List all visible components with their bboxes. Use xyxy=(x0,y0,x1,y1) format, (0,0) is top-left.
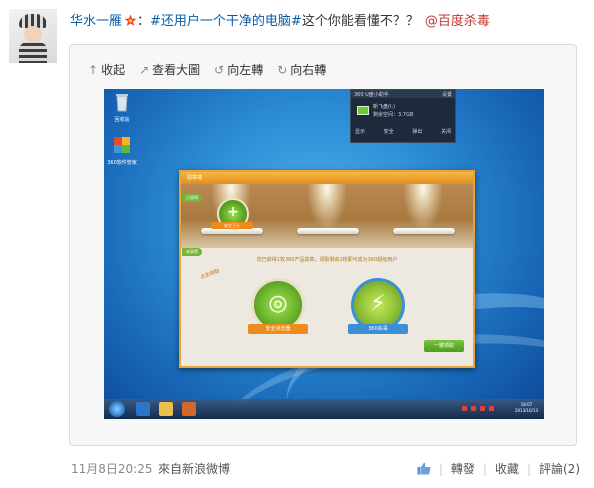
plus-cross-icon: + xyxy=(227,204,239,220)
tray-icon xyxy=(471,406,476,411)
topic-link[interactable]: #还用户一个干净的电脑# xyxy=(150,14,302,29)
owned-tag: 已获得 xyxy=(182,194,202,202)
unowned-area: 未获得 您已获得1枚360产品勋章，领取剩余2枚即可成为360超级用户 点击领取… xyxy=(181,248,473,366)
external-link-icon: ↗ xyxy=(139,62,150,77)
folder-icon xyxy=(159,402,173,416)
arrow-up-icon: ↑ xyxy=(88,62,99,77)
spotlight xyxy=(307,184,347,232)
shelf xyxy=(393,228,455,234)
like-thumb-icon[interactable] xyxy=(417,462,431,475)
media-player-icon xyxy=(182,402,196,416)
rotate-right-icon: ↻ xyxy=(277,62,288,77)
divider: | xyxy=(482,461,487,476)
post-footer: 11月8日20:25 來自新浪微博 | 轉發 | 收藏 | 評論(2) xyxy=(0,460,594,477)
widget-titlebar: 360 U盘小助手 设置 xyxy=(351,90,455,98)
screenshot-image[interactable]: 回收站 360软件管家 360 U盘小助手 设置 新飞盘(I:) 剩余空间：3.7… xyxy=(104,89,544,419)
widget-action: 弹出 xyxy=(412,129,423,135)
shelf xyxy=(297,228,359,234)
desktop-icon-360-manager: 360软件管家 xyxy=(105,135,139,166)
author-colon: ： xyxy=(137,14,151,29)
widget-drive: 新飞盘(I:) xyxy=(373,104,396,110)
lightning-shield-icon: ⚡ xyxy=(370,291,386,316)
view-large-button[interactable]: ↗ 查看大圖 xyxy=(139,61,200,78)
rotate-left-icon: ↺ xyxy=(214,62,225,77)
tray-icon xyxy=(480,406,485,411)
favorite-button[interactable]: 收藏 xyxy=(495,460,519,477)
widget-title: 360 U盘小助手 xyxy=(354,92,389,98)
antivirus-medal-label: 360杀毒 xyxy=(348,324,408,334)
comment-button[interactable]: 評論(2) xyxy=(539,460,580,477)
star-badge-icon[interactable] xyxy=(124,14,137,27)
widget-action: 安全 xyxy=(383,129,394,135)
widget-actions: 显示 安全 弹出 关闭 xyxy=(355,128,451,135)
usb-drive-icon xyxy=(357,106,369,115)
taskbar: 18:07 2013/10/13 xyxy=(104,399,544,419)
post-timestamp[interactable]: 11月8日20:25 xyxy=(71,460,153,477)
usb-helper-widget: 360 U盘小助手 设置 新飞盘(I:) 剩余空间：3.7GB 显示 安全 弹出 … xyxy=(350,89,456,143)
avatar-face xyxy=(24,26,42,43)
medal-shelf-area: 已获得 + 安全卫士 xyxy=(181,184,473,248)
small-medal-label: 安全卫士 xyxy=(211,222,253,229)
ie-icon xyxy=(136,402,150,416)
avatar-torso xyxy=(19,42,47,63)
author-name[interactable]: 华水一雁 xyxy=(70,14,122,29)
view-large-label: 查看大圖 xyxy=(152,63,201,77)
desktop-icon-label: 回收站 xyxy=(114,117,130,123)
claim-stamp: 点击领取 xyxy=(199,268,221,281)
desktop-icon-label: 360软件管家 xyxy=(107,160,137,166)
mention-link[interactable]: @百度杀毒 xyxy=(425,14,490,29)
unowned-tag: 未获得 xyxy=(182,248,202,256)
rotate-left-label: 向左轉 xyxy=(227,63,264,77)
claim-all-button: 一键领取 xyxy=(424,340,464,352)
rotate-right-label: 向右轉 xyxy=(290,63,327,77)
post-source[interactable]: 來自新浪微博 xyxy=(158,460,230,477)
spotlight xyxy=(403,184,443,232)
globe-icon: ◎ xyxy=(268,291,288,316)
browser-medal-label: 安全浏览器 xyxy=(248,324,308,334)
medal-notice: 您已获得1枚360产品勋章，领取剩余2枚即可成为360超级用户 xyxy=(256,257,398,263)
desktop-icon-recycle-bin: 回收站 xyxy=(105,92,139,123)
tray-icon xyxy=(462,406,467,411)
taskbar-clock: 18:07 2013/10/13 xyxy=(515,402,538,414)
medal-wall-dialog: 勋章墙 已获得 + 安全卫士 未获得 您已获得1枚360产品勋章，领取剩余2枚即… xyxy=(179,170,475,368)
divider: | xyxy=(438,461,443,476)
rotate-left-button[interactable]: ↺ 向左轉 xyxy=(214,61,263,78)
collapse-label: 收起 xyxy=(101,63,126,77)
recycle-bin-icon xyxy=(116,94,128,112)
widget-action: 显示 xyxy=(355,129,366,135)
media-toolbar: ↑ 收起 ↗ 查看大圖 ↺ 向左轉 ↻ 向右轉 xyxy=(88,61,326,78)
360-software-manager-icon xyxy=(114,137,130,153)
collapse-button[interactable]: ↑ 收起 xyxy=(88,61,125,78)
post-body: 这个你能看懂不？？ xyxy=(301,14,419,29)
widget-settings: 设置 xyxy=(441,92,452,98)
tray-icon xyxy=(489,406,494,411)
post-actions: | 轉發 | 收藏 | 評論(2) xyxy=(417,460,580,477)
widget-action: 关闭 xyxy=(440,129,451,135)
forward-button[interactable]: 轉發 xyxy=(451,460,475,477)
post-text: 华水一雁 ：#还用户一个干净的电脑#这个你能看懂不？？ @百度杀毒 xyxy=(70,13,490,31)
windows-start-icon xyxy=(109,401,125,417)
system-tray xyxy=(462,406,502,412)
dialog-title: 勋章墙 xyxy=(181,172,473,184)
divider: | xyxy=(526,461,531,476)
widget-free-space: 剩余空间：3.7GB xyxy=(373,112,414,118)
user-avatar[interactable] xyxy=(9,9,57,63)
taskbar-date: 2013/10/13 xyxy=(514,408,538,413)
rotate-right-button[interactable]: ↻ 向右轉 xyxy=(277,61,326,78)
